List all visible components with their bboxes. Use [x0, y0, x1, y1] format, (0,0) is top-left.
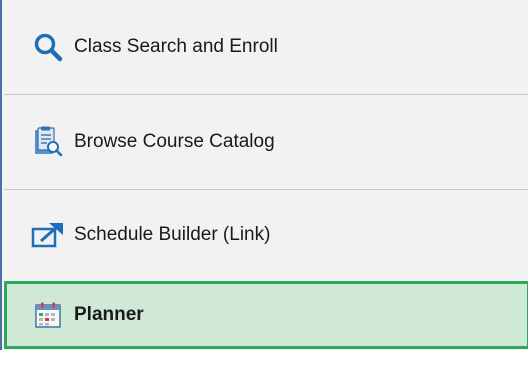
nav-item-label: Planner: [74, 304, 144, 325]
nav-item-label: Browse Course Catalog: [74, 131, 275, 152]
nav-item-schedule-builder-link[interactable]: Schedule Builder (Link): [4, 190, 528, 280]
nav-item-class-search-enroll[interactable]: Class Search and Enroll: [4, 0, 528, 94]
student-nav-menu: Class Search and Enroll Browse Course Ca…: [0, 0, 528, 350]
nav-item-browse-course-catalog[interactable]: Browse Course Catalog: [4, 95, 528, 189]
nav-item-label: Class Search and Enroll: [74, 36, 278, 57]
nav-item-planner[interactable]: Planner: [4, 281, 528, 349]
magnifier-icon: [28, 30, 68, 64]
calendar-icon: [28, 298, 68, 332]
nav-item-label: Schedule Builder (Link): [74, 224, 271, 245]
external-link-icon: [28, 218, 68, 252]
catalog-search-icon: [28, 125, 68, 159]
